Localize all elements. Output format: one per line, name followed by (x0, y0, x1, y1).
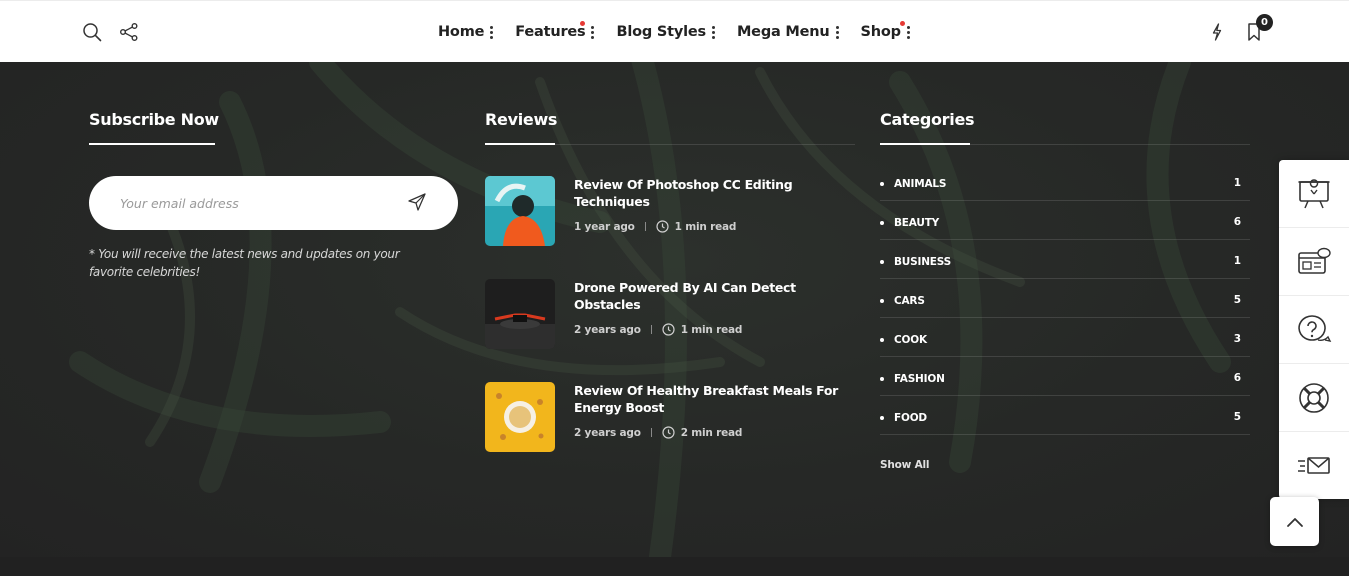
review-thumbnail[interactable] (485, 382, 555, 452)
more-dots-icon (591, 25, 595, 39)
nav-label: Shop (860, 24, 902, 40)
review-date: 1 year ago (574, 220, 635, 233)
nav-mega-menu[interactable]: Mega Menu (737, 24, 839, 40)
category-count: 6 (1233, 372, 1241, 384)
row-divider (880, 395, 1250, 396)
nav-features[interactable]: Features (515, 21, 595, 40)
category-item-food[interactable]: FOOD 5 (880, 406, 1250, 445)
row-divider (880, 278, 1250, 279)
more-dots-icon (906, 25, 910, 39)
title-rule (970, 144, 1250, 145)
review-title[interactable]: Review Of Healthy Breakfast Meals For En… (574, 382, 849, 416)
review-date: 2 years ago (574, 426, 641, 439)
category-item-cars[interactable]: CARS 5 (880, 289, 1250, 328)
chevron-up-icon (1286, 517, 1303, 527)
review-title[interactable]: Review Of Photoshop CC Editing Technique… (574, 176, 849, 210)
nav-label: Mega Menu (736, 24, 830, 40)
category-name: COOK (880, 334, 927, 346)
send-icon[interactable] (407, 192, 429, 214)
review-date: 2 years ago (574, 323, 641, 336)
category-item-beauty[interactable]: BEAUTY 6 (880, 211, 1250, 250)
review-item[interactable]: Review Of Healthy Breakfast Meals For En… (485, 382, 855, 452)
site-header: Home Features Blog Styles Mega Menu Shop… (0, 0, 1349, 62)
category-count: 1 (1233, 177, 1241, 189)
new-dot-icon (899, 21, 905, 26)
subscribe-note: * You will receive the latest news and u… (89, 247, 400, 279)
presentation-icon (1298, 178, 1330, 208)
review-thumbnail[interactable] (485, 176, 555, 246)
more-dots-icon (835, 25, 839, 39)
row-divider (880, 317, 1250, 318)
nav-label: Blog Styles (616, 24, 706, 40)
review-thumbnail[interactable] (485, 279, 555, 349)
category-name: FOOD (880, 412, 927, 424)
category-count: 1 (1233, 255, 1241, 267)
category-count: 5 (1233, 411, 1241, 423)
subscribe-form (89, 176, 458, 230)
help-chat-button[interactable] (1279, 296, 1349, 364)
presentation-button[interactable] (1279, 160, 1349, 228)
category-name: BEAUTY (880, 217, 939, 229)
nav-label: Features (515, 24, 586, 40)
lifebuoy-icon (1299, 382, 1329, 413)
flash-icon[interactable] (1206, 21, 1228, 43)
fast-mail-icon (1298, 457, 1330, 474)
main-nav: Home Features Blog Styles Mega Menu Shop (438, 1, 932, 63)
browser-chat-button[interactable] (1279, 228, 1349, 296)
review-read-time: 1 min read (680, 323, 743, 336)
review-read-time: 1 min read (674, 220, 737, 233)
row-divider (880, 239, 1250, 240)
review-title[interactable]: Drone Powered By AI Can Detect Obstacles (574, 279, 849, 313)
category-item-business[interactable]: BUSINESS 1 (880, 250, 1250, 289)
review-item[interactable]: Review Of Photoshop CC Editing Technique… (485, 176, 855, 246)
category-count: 6 (1233, 216, 1241, 228)
category-name: ANIMALS (880, 178, 946, 190)
subscribe-title: Subscribe Now (89, 110, 219, 145)
meta-separator (644, 222, 646, 231)
category-count: 3 (1233, 333, 1241, 345)
more-dots-icon (711, 25, 715, 39)
fast-mail-button[interactable] (1279, 432, 1349, 500)
bookmark-count-badge: 0 (1256, 14, 1273, 31)
clock-icon (662, 426, 675, 439)
category-item-animals[interactable]: ANIMALS 1 (880, 172, 1250, 211)
category-count: 5 (1233, 294, 1241, 306)
help-chat-icon (1298, 314, 1332, 342)
nav-shop[interactable]: Shop (860, 21, 910, 40)
row-divider (880, 434, 1250, 435)
more-dots-icon (490, 25, 494, 39)
categories-title: Categories (880, 110, 975, 145)
share-icon[interactable] (118, 21, 140, 43)
category-name: BUSINESS (880, 256, 951, 268)
nav-home[interactable]: Home (438, 24, 494, 40)
category-item-cook[interactable]: COOK 3 (880, 328, 1250, 367)
meta-separator (650, 325, 652, 334)
clock-icon (662, 323, 675, 336)
review-read-time: 2 min read (680, 426, 743, 439)
support-button[interactable] (1279, 364, 1349, 432)
row-divider (880, 200, 1250, 201)
reviews-title: Reviews (485, 110, 558, 145)
review-item[interactable]: Drone Powered By AI Can Detect Obstacles… (485, 279, 855, 349)
category-name: FASHION (880, 373, 945, 385)
meta-separator (650, 428, 652, 437)
category-item-fashion[interactable]: FASHION 6 (880, 367, 1250, 406)
title-rule (555, 144, 855, 145)
clock-icon (656, 220, 669, 233)
nav-blog-styles[interactable]: Blog Styles (616, 24, 715, 40)
back-to-top-button[interactable] (1270, 497, 1319, 546)
email-input[interactable] (120, 195, 390, 211)
browser-chat-icon (1298, 247, 1331, 274)
row-divider (880, 356, 1250, 357)
show-all-link[interactable]: Show All (880, 459, 930, 471)
nav-label: Home (438, 24, 485, 40)
category-name: CARS (880, 295, 925, 307)
review-meta: 1 year ago 1 min read (574, 220, 736, 233)
review-meta: 2 years ago 2 min read (574, 426, 742, 439)
search-icon[interactable] (81, 21, 103, 43)
footer-bottom-strip (0, 557, 1349, 576)
side-tools-panel (1279, 160, 1349, 499)
review-meta: 2 years ago 1 min read (574, 323, 742, 336)
